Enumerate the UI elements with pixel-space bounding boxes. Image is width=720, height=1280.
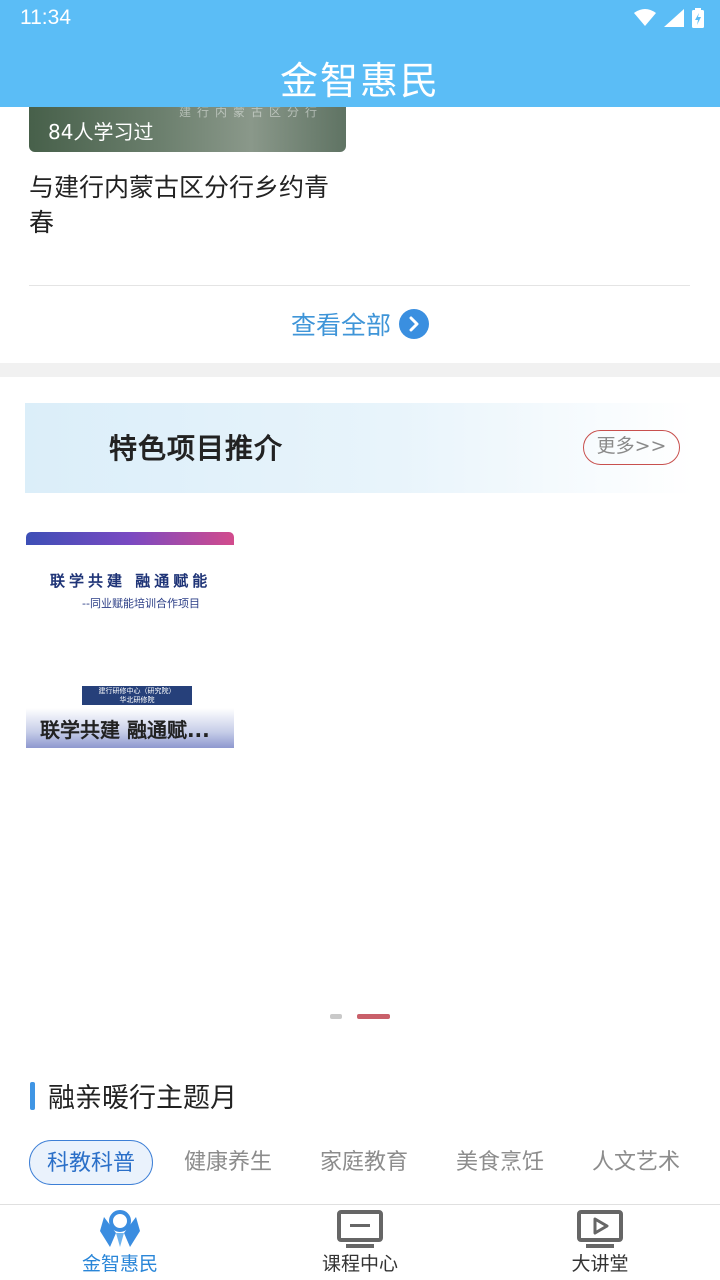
project-card[interactable]: 联学共建 融通赋能 --同业赋能培训合作项目 建行研修中心（研究院） 华北研修院…: [26, 532, 234, 748]
tab-science[interactable]: 科教科普: [29, 1140, 153, 1185]
nav-item-home[interactable]: 金智惠民: [0, 1205, 240, 1280]
video-play-icon: [577, 1210, 623, 1248]
featured-banner: 特色项目推介 更多>>: [25, 403, 695, 493]
status-time: 11:34: [20, 6, 71, 29]
view-all-label: 查看全部: [290, 311, 391, 340]
category-tabs: 科教科普 健康养生 家庭教育 美食烹饪 人文艺术: [0, 1140, 720, 1186]
thumbnail-faint-text: 建行内蒙古区分行: [179, 107, 324, 119]
more-button[interactable]: 更多>>: [583, 430, 680, 465]
section-accent-bar: [30, 1082, 35, 1110]
battery-icon: [692, 8, 704, 28]
signal-icon: [664, 9, 684, 27]
featured-title: 特色项目推介: [109, 432, 284, 465]
divider: [29, 285, 690, 286]
app-header: 11:34 金智惠民: [0, 0, 720, 107]
tab-health[interactable]: 健康养生: [172, 1140, 284, 1185]
nav-item-courses[interactable]: 课程中心: [240, 1205, 480, 1280]
course-title[interactable]: 与建行内蒙古区分行乡约青春: [29, 170, 349, 240]
wifi-icon: [634, 9, 656, 26]
nav-label-lecture-hall: 大讲堂: [571, 1253, 629, 1275]
course-thumbnail[interactable]: 建行内蒙古区分行 84人学习过: [29, 107, 346, 152]
badge-line2: 华北研修院: [119, 696, 155, 704]
pager-dot[interactable]: [330, 1014, 342, 1019]
section-title: 融亲暖行主题月: [48, 1083, 237, 1114]
badge-line1: 建行研修中心（研究院）: [98, 687, 176, 695]
status-icons: [634, 6, 704, 30]
section-separator: [0, 363, 720, 377]
tab-cooking[interactable]: 美食烹饪: [444, 1140, 556, 1185]
page-title: 金智惠民: [279, 59, 440, 103]
monitor-icon: [337, 1210, 383, 1248]
project-badge: 建行研修中心（研究院） 华北研修院: [82, 686, 192, 705]
project-subtitle: --同业赋能培训合作项目: [82, 597, 200, 610]
learned-count: 84人学习过: [48, 120, 154, 144]
chevron-right-icon: [399, 309, 429, 339]
card-top-strip: [26, 532, 234, 545]
nav-label-home: 金智惠民: [81, 1253, 158, 1275]
nav-label-courses: 课程中心: [321, 1253, 398, 1275]
nav-item-lecture-hall[interactable]: 大讲堂: [480, 1205, 720, 1280]
project-calligraphy: 联学共建 融通赋能: [50, 572, 212, 590]
jinzhi-logo-icon: [100, 1210, 140, 1247]
pager-dot-active[interactable]: [357, 1014, 390, 1019]
tab-family-education[interactable]: 家庭教育: [308, 1140, 420, 1185]
view-all-button[interactable]: 查看全部: [0, 306, 720, 342]
tab-arts[interactable]: 人文艺术: [580, 1140, 692, 1185]
bottom-nav: 金智惠民 课程中心 大讲堂: [0, 1204, 720, 1280]
project-name: 联学共建 融通赋...: [40, 718, 210, 742]
